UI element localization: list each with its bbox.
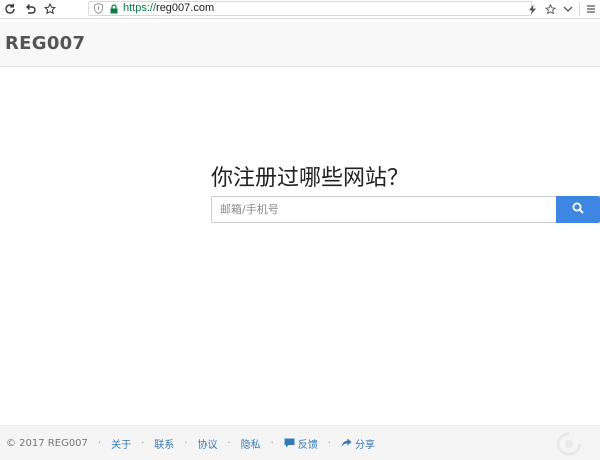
bookmark-star-icon[interactable]: [541, 0, 559, 18]
address-url[interactable]: https://reg007.com: [123, 2, 214, 15]
watermark-logo: [556, 432, 582, 456]
footer-link-feedback[interactable]: 反馈: [284, 436, 318, 451]
feedback-label: 反馈: [297, 439, 318, 451]
footer-separator: ·: [141, 437, 145, 449]
star-icon[interactable]: [40, 0, 60, 18]
refresh-icon[interactable]: [0, 0, 20, 18]
share-label: 分享: [355, 439, 376, 451]
footer-separator: ·: [270, 437, 274, 449]
footer-link-share[interactable]: 分享: [341, 436, 375, 451]
shield-icon: [91, 2, 105, 15]
undo-icon[interactable]: [20, 0, 40, 18]
search-button[interactable]: [556, 196, 600, 223]
footer-separator: ·: [327, 437, 332, 449]
footer-link-privacy[interactable]: 隐私: [241, 436, 261, 451]
comment-icon: [284, 438, 295, 448]
share-icon: [341, 438, 352, 447]
footer-link-agreement[interactable]: 协议: [197, 436, 217, 451]
search-form: [211, 196, 600, 223]
toolbar-right: [523, 0, 600, 18]
brand-logo[interactable]: REG007: [5, 33, 85, 54]
menu-lines-icon[interactable]: [582, 0, 600, 18]
footer-link-contact[interactable]: 联系: [154, 436, 174, 451]
url-scheme: https://: [123, 2, 157, 14]
lightning-icon[interactable]: [523, 0, 541, 18]
site-navbar: REG007: [0, 22, 600, 67]
browser-toolbar: https://reg007.com: [0, 0, 600, 19]
url-host: reg007.com: [156, 2, 215, 14]
search-input[interactable]: [211, 196, 556, 223]
search-icon: [572, 202, 584, 217]
toolbar-divider: [579, 2, 580, 16]
footer: © 2017 REG007 · 关于 · 联系 · 协议 · 隐私 · 反馈 ·…: [0, 425, 600, 460]
footer-separator: ·: [227, 437, 231, 449]
footer-link-about[interactable]: 关于: [111, 436, 131, 451]
copyright: © 2017 REG007: [6, 437, 88, 449]
footer-separator: ·: [184, 437, 188, 449]
footer-separator: ·: [97, 437, 102, 449]
chevron-down-icon[interactable]: [559, 0, 577, 18]
address-bar[interactable]: https://reg007.com: [88, 1, 532, 16]
lock-icon: [109, 2, 119, 15]
page-title: 你注册过哪些网站？: [211, 166, 410, 191]
